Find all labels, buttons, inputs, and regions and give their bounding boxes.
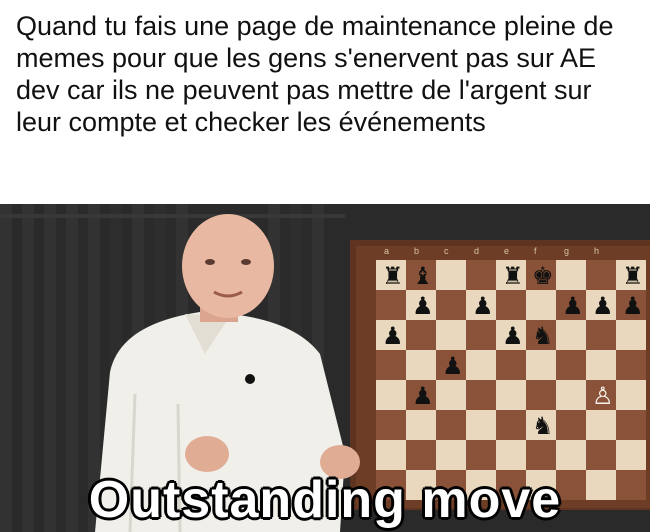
board-square <box>556 260 586 290</box>
board-square <box>616 380 646 410</box>
board-square <box>556 440 586 470</box>
board-square <box>496 350 526 380</box>
board-square <box>526 440 556 470</box>
chess-piece: ♟ <box>382 322 404 350</box>
file-label: c <box>444 246 449 256</box>
chess-piece: ♟ <box>592 292 614 320</box>
board-square <box>586 440 616 470</box>
board-square <box>466 410 496 440</box>
file-label: e <box>504 246 509 256</box>
board-square <box>466 380 496 410</box>
board-square <box>436 440 466 470</box>
board-square <box>586 320 616 350</box>
board-square <box>436 260 466 290</box>
chess-piece: ♜ <box>502 262 524 290</box>
file-label: g <box>564 246 569 256</box>
chess-piece: ♟ <box>502 322 524 350</box>
board-square <box>526 290 556 320</box>
chess-piece: ♟ <box>472 292 494 320</box>
chess-piece: ♞ <box>532 412 554 440</box>
board-square <box>376 290 406 320</box>
meme-caption: Quand tu fais une page de maintenance pl… <box>16 11 614 137</box>
board-square <box>586 410 616 440</box>
board-square <box>586 260 616 290</box>
board-square <box>496 290 526 320</box>
board-square <box>496 380 526 410</box>
board-square <box>466 440 496 470</box>
board-square <box>496 440 526 470</box>
chess-piece: ♟ <box>412 292 434 320</box>
chess-piece: ♝ <box>412 262 434 290</box>
chess-piece: ♜ <box>382 262 404 290</box>
board-square <box>466 260 496 290</box>
board-square <box>436 410 466 440</box>
board-square <box>376 440 406 470</box>
board-square <box>616 440 646 470</box>
board-square <box>466 320 496 350</box>
board-square <box>376 380 406 410</box>
board-square <box>406 350 436 380</box>
meme-bottom-text: Outstanding move <box>88 471 562 529</box>
file-label: a <box>384 246 389 256</box>
board-square <box>556 410 586 440</box>
board-square <box>376 350 406 380</box>
board-square <box>526 350 556 380</box>
board-square <box>406 440 436 470</box>
board-square <box>556 350 586 380</box>
chess-piece: ♚ <box>532 262 554 290</box>
chess-piece: ♟ <box>412 382 434 410</box>
board-square <box>406 410 436 440</box>
file-label: d <box>474 246 479 256</box>
board-square <box>526 380 556 410</box>
chess-piece: ♟ <box>622 292 644 320</box>
board-square <box>436 290 466 320</box>
chess-piece: ♟ <box>562 292 584 320</box>
board-square <box>556 380 586 410</box>
chess-piece: ♟ <box>442 352 464 380</box>
board-square <box>436 320 466 350</box>
file-label: h <box>594 246 599 256</box>
file-label: b <box>414 246 419 256</box>
chess-piece: ♞ <box>532 322 554 350</box>
chess-piece: ♜ <box>622 262 644 290</box>
board-square <box>556 320 586 350</box>
board-square <box>376 410 406 440</box>
board-square <box>436 380 466 410</box>
chess-piece: ♙ <box>592 382 614 410</box>
board-square <box>406 320 436 350</box>
board-square <box>616 320 646 350</box>
board-square <box>616 350 646 380</box>
board-square <box>586 350 616 380</box>
meme-image: ♜ ♝ ♜ ♚ ♜ ♟ ♟ ♟ ♟ ♟ ♟ ♟ ♞ ♟ ♙ ♟ ♞ a b c d e f g h <box>0 204 650 532</box>
board-square <box>466 350 496 380</box>
board-square <box>496 410 526 440</box>
board-square <box>616 410 646 440</box>
